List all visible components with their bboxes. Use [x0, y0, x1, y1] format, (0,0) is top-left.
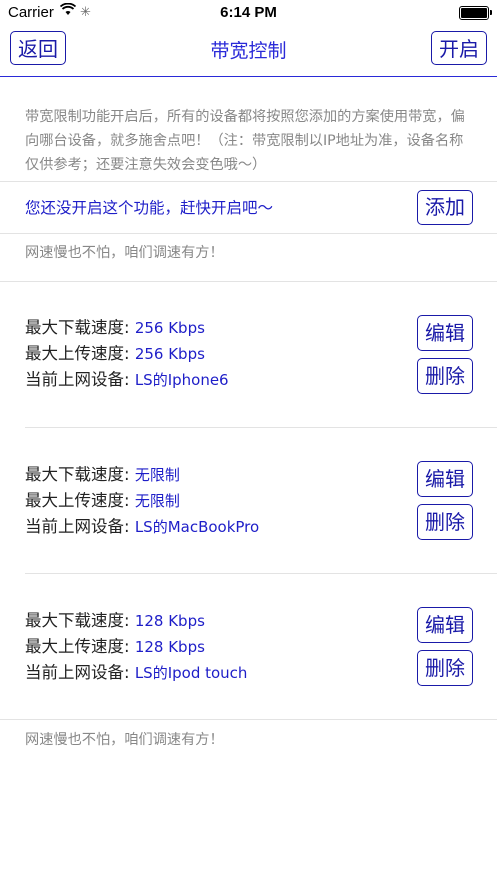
nav-bar: 返回 带宽控制 开启 — [0, 26, 497, 77]
bandwidth-rule: 最大下载速度: 256 Kbps 最大上传速度: 256 Kbps 当前上网设备… — [25, 315, 405, 393]
download-row: 最大下载速度: 128 Kbps — [25, 608, 405, 634]
download-value: 256 Kbps — [134, 319, 205, 337]
delete-button[interactable]: 删除 — [417, 358, 473, 394]
divider — [0, 281, 497, 282]
divider — [25, 427, 497, 428]
tip-text: 网速慢也不怕，咱们调速有方！ — [25, 245, 224, 261]
divider — [0, 233, 497, 234]
download-value: 无限制 — [134, 466, 180, 484]
intro-description: 带宽限制功能开启后，所有的设备都将按照您添加的方案使用带宽，偏向哪台设备，就多施… — [25, 109, 465, 173]
status-time: 6:14 PM — [220, 4, 277, 21]
upload-label: 最大上传速度: — [25, 344, 130, 363]
upload-value: 128 Kbps — [134, 638, 205, 656]
device-row: 当前上网设备: LS的Iphone6 — [25, 367, 405, 393]
download-value: 128 Kbps — [134, 612, 205, 630]
notice-text: 您还没开启这个功能，赶快开启吧～ — [25, 199, 274, 217]
device-label: 当前上网设备: — [25, 663, 130, 682]
delete-button[interactable]: 删除 — [417, 650, 473, 686]
upload-row: 最大上传速度: 128 Kbps — [25, 634, 405, 660]
download-row: 最大下载速度: 无限制 — [25, 462, 405, 488]
upload-row: 最大上传速度: 256 Kbps — [25, 341, 405, 367]
device-label: 当前上网设备: — [25, 517, 130, 536]
page-title: 带宽控制 — [210, 40, 287, 62]
download-label: 最大下载速度: — [25, 611, 130, 630]
device-value: LS的Iphone6 — [134, 371, 229, 389]
edit-button[interactable]: 编辑 — [417, 607, 473, 643]
edit-button[interactable]: 编辑 — [417, 461, 473, 497]
status-bar: Carrier ✳ 6:14 PM — [0, 0, 497, 26]
device-value: LS的MacBookPro — [134, 518, 260, 536]
edit-button[interactable]: 编辑 — [417, 315, 473, 351]
device-row: 当前上网设备: LS的MacBookPro — [25, 514, 405, 540]
divider — [25, 573, 497, 574]
download-row: 最大下载速度: 256 Kbps — [25, 315, 405, 341]
upload-label: 最大上传速度: — [25, 491, 130, 510]
add-button[interactable]: 添加 — [417, 190, 473, 225]
upload-row: 最大上传速度: 无限制 — [25, 488, 405, 514]
delete-button[interactable]: 删除 — [417, 504, 473, 540]
divider — [0, 719, 497, 720]
download-label: 最大下载速度: — [25, 318, 130, 337]
upload-label: 最大上传速度: — [25, 637, 130, 656]
tip-text: 网速慢也不怕，咱们调速有方！ — [25, 732, 224, 748]
device-label: 当前上网设备: — [25, 370, 130, 389]
upload-value: 256 Kbps — [134, 345, 205, 363]
battery-icon — [459, 6, 492, 20]
bandwidth-rule: 最大下载速度: 无限制 最大上传速度: 无限制 当前上网设备: LS的MacBo… — [25, 462, 405, 540]
enable-button[interactable]: 开启 — [431, 31, 487, 65]
divider — [0, 181, 497, 182]
download-label: 最大下载速度: — [25, 465, 130, 484]
device-row: 当前上网设备: LS的Ipod touch — [25, 660, 405, 686]
bandwidth-rule: 最大下载速度: 128 Kbps 最大上传速度: 128 Kbps 当前上网设备… — [25, 608, 405, 686]
device-value: LS的Ipod touch — [134, 664, 248, 682]
upload-value: 无限制 — [134, 492, 180, 510]
